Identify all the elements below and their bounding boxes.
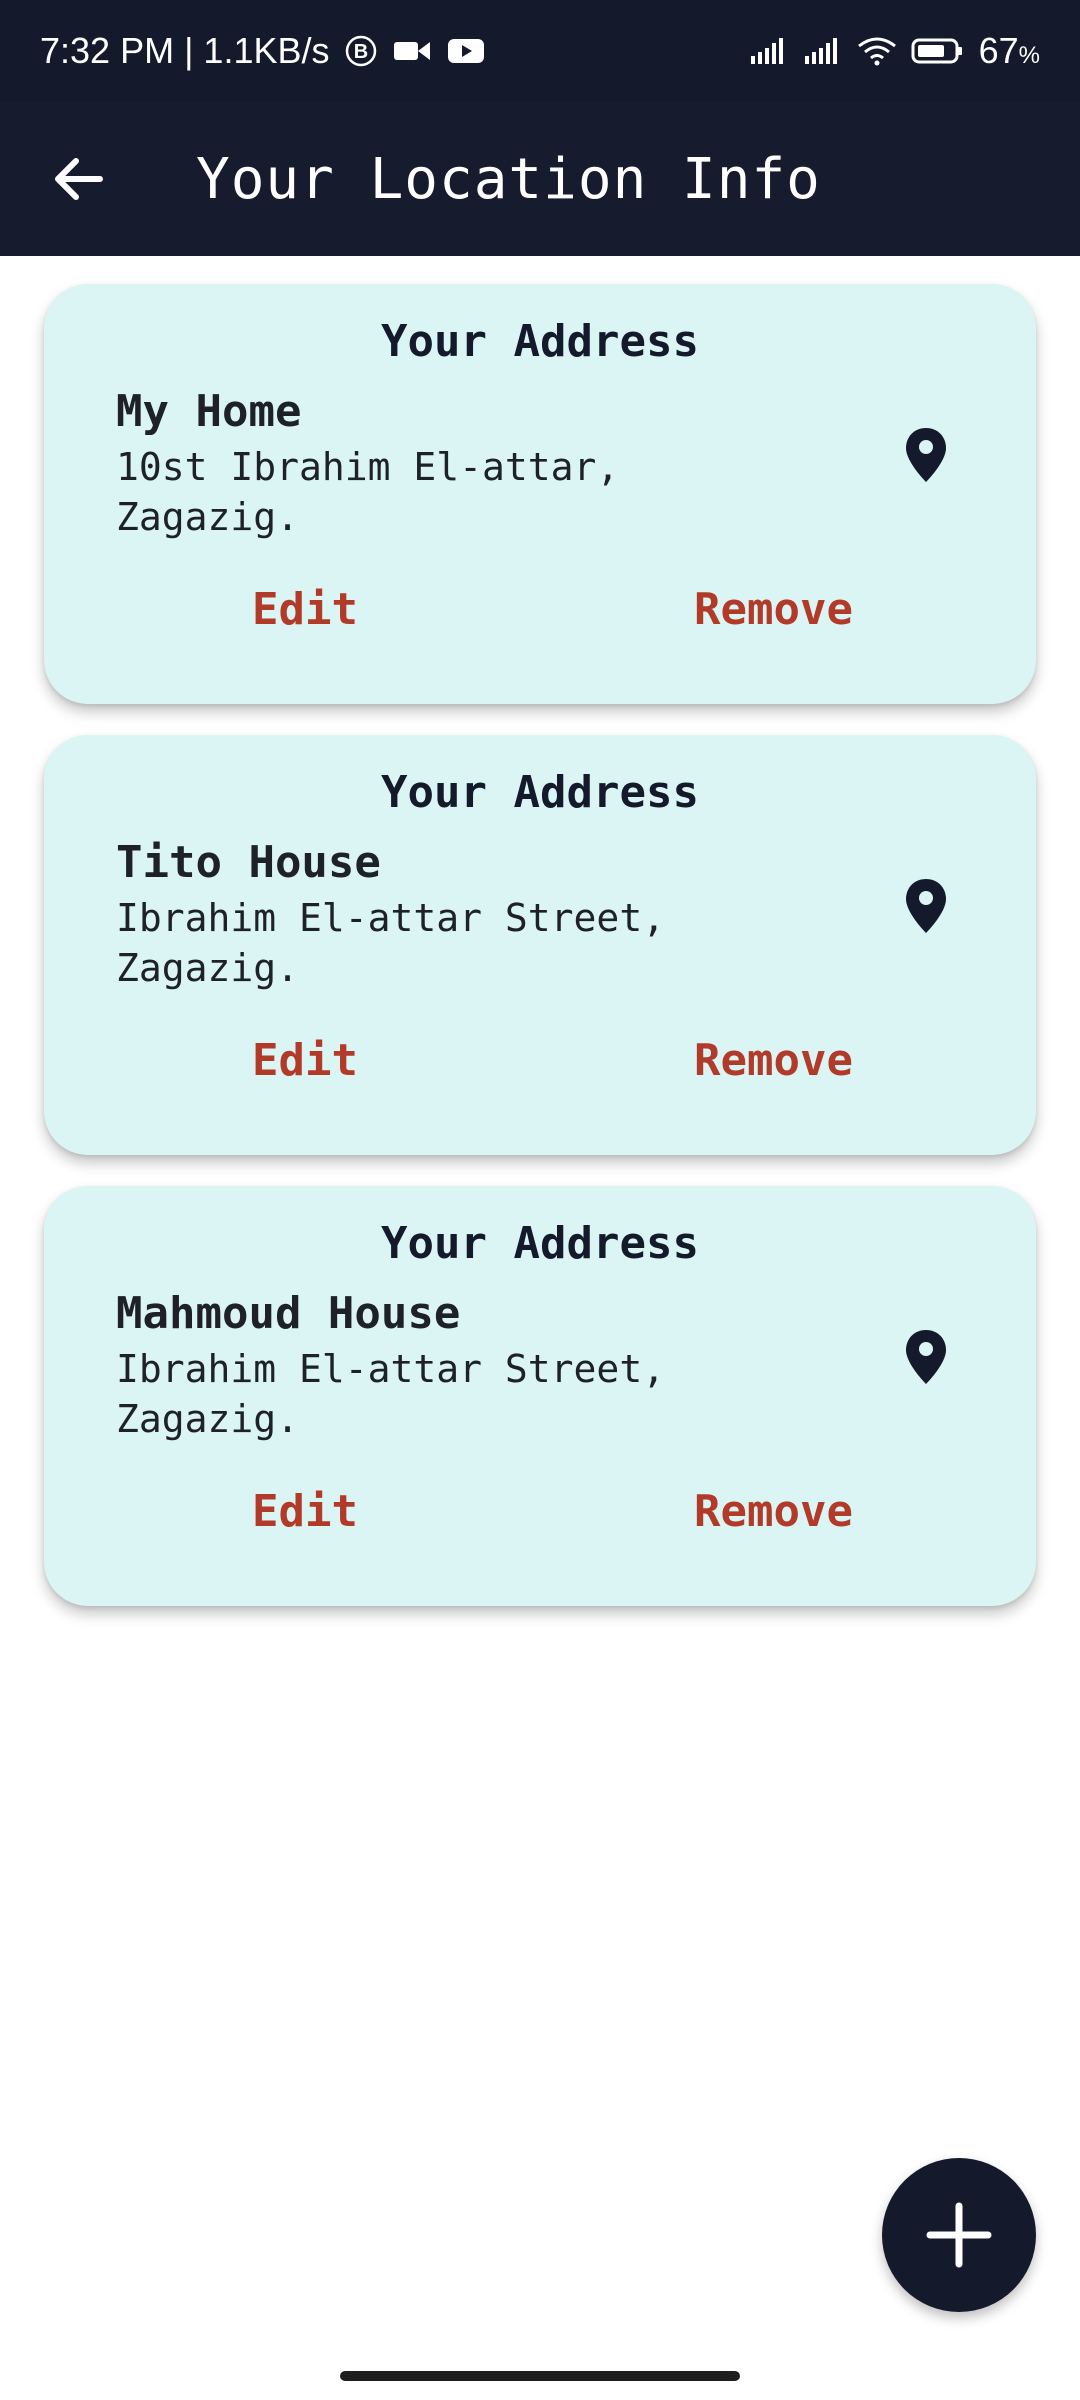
location-pin-icon[interactable] — [904, 426, 948, 484]
status-bar: 7:32 PM | 1.1KB/s B 67% — [0, 0, 1080, 102]
address-text: Ibrahim El-attar Street, Zagazig. — [116, 1347, 666, 1441]
location-pin-icon[interactable] — [904, 877, 948, 935]
address-card: Your Address Mahmoud House Ibrahim El-at… — [44, 1186, 1036, 1606]
wifi-icon — [857, 36, 897, 66]
plus-icon — [926, 2202, 992, 2268]
youtube-icon — [446, 36, 486, 66]
status-right: 67% — [749, 30, 1040, 72]
signal-icon — [749, 36, 789, 66]
battery-percent-unit: % — [1018, 42, 1040, 69]
add-address-button[interactable] — [882, 2158, 1036, 2312]
arrow-left-icon — [55, 158, 103, 200]
address-text: 10st Ibrahim El-attar, Zagazig. — [116, 445, 620, 539]
address-name: Tito House — [116, 837, 381, 888]
edit-button[interactable]: Edit — [252, 1486, 358, 1537]
card-heading: Your Address — [381, 767, 699, 818]
address-card: Your Address My Home 10st Ibrahim El-att… — [44, 284, 1036, 704]
battery-percent-value: 67 — [978, 30, 1019, 71]
battery-percent: 67% — [979, 30, 1040, 72]
svg-text:B: B — [353, 41, 367, 63]
address-name: Mahmoud House — [116, 1288, 461, 1339]
edit-button[interactable]: Edit — [252, 584, 358, 635]
card-heading: Your Address — [381, 1218, 699, 1269]
battery-icon — [911, 36, 965, 66]
video-call-icon — [392, 36, 432, 66]
address-card: Your Address Tito House Ibrahim El-attar… — [44, 735, 1036, 1155]
status-left: 7:32 PM | 1.1KB/s B — [40, 30, 486, 72]
status-time: 7:32 PM | 1.1KB/s — [40, 30, 330, 71]
app-bar: Your Location Info — [0, 102, 1080, 256]
signal-icon — [803, 36, 843, 66]
location-pin-icon[interactable] — [904, 1328, 948, 1386]
remove-button[interactable]: Remove — [694, 1486, 853, 1537]
address-text: Ibrahim El-attar Street, Zagazig. — [116, 896, 666, 990]
edit-button[interactable]: Edit — [252, 1035, 358, 1086]
back-button[interactable] — [38, 139, 118, 219]
remove-button[interactable]: Remove — [694, 1035, 853, 1086]
home-indicator[interactable] — [340, 2371, 740, 2381]
page-title: Your Location Info — [196, 146, 821, 212]
remove-button[interactable]: Remove — [694, 584, 853, 635]
address-name: My Home — [116, 386, 302, 437]
bluetooth-b-icon: B — [344, 34, 378, 68]
card-heading: Your Address — [381, 316, 699, 367]
